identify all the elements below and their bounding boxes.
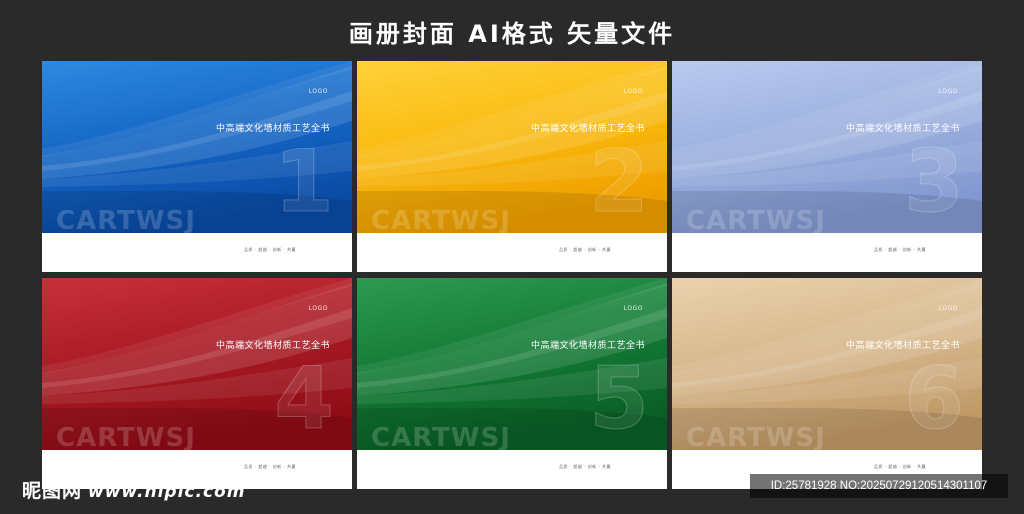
site-name: 昵图网: [22, 480, 83, 502]
footer-slogan: 品质 · 超越 · 创新 · 共赢: [244, 464, 296, 469]
cover-card-yellow[interactable]: LOGO 中高端文化墙材质工艺全书 2 CARTWSJ 品质 · 超越 · 创新…: [357, 61, 667, 272]
brand-watermark: CARTWSJ: [686, 423, 826, 453]
footer-slogan: 品质 · 超越 · 创新 · 共赢: [874, 464, 926, 469]
logo-placeholder: LOGO: [623, 305, 643, 312]
brand-watermark: CARTWSJ: [56, 206, 196, 236]
brand-watermark: CARTWSJ: [371, 423, 511, 453]
logo-placeholder: LOGO: [938, 305, 958, 312]
image-id-banner: ID:25781928 NO:20250729120514301107: [750, 474, 1008, 498]
logo-placeholder: LOGO: [623, 88, 643, 95]
brand-watermark: CARTWSJ: [56, 423, 196, 453]
logo-placeholder: LOGO: [308, 88, 328, 95]
cover-number: 6: [904, 349, 965, 449]
cover-number: 4: [274, 349, 335, 449]
cover-card-beige[interactable]: LOGO 中高端文化墙材质工艺全书 6 CARTWSJ 品质 · 超越 · 创新…: [672, 278, 982, 489]
cover-grid: LOGO 中高端文化墙材质工艺全书 1 CARTWSJ 品质 · 超越 · 创新…: [0, 0, 1024, 514]
cover-card-blue[interactable]: LOGO 中高端文化墙材质工艺全书 1 CARTWSJ 品质 · 超越 · 创新…: [42, 61, 352, 272]
cover-card-red[interactable]: LOGO 中高端文化墙材质工艺全书 4 CARTWSJ 品质 · 超越 · 创新…: [42, 278, 352, 489]
cover-footer: 品质 · 超越 · 创新 · 共赢: [357, 450, 667, 489]
footer-slogan: 品质 · 超越 · 创新 · 共赢: [874, 247, 926, 252]
footer-slogan: 品质 · 超越 · 创新 · 共赢: [244, 247, 296, 252]
footer-slogan: 品质 · 超越 · 创新 · 共赢: [559, 247, 611, 252]
site-watermark: 昵图网 www.nipic.com: [22, 476, 245, 503]
cover-number: 5: [589, 349, 650, 449]
logo-placeholder: LOGO: [938, 88, 958, 95]
cover-number: 3: [904, 132, 965, 232]
cover-card-green[interactable]: LOGO 中高端文化墙材质工艺全书 5 CARTWSJ 品质 · 超越 · 创新…: [357, 278, 667, 489]
cover-footer: 品质 · 超越 · 创新 · 共赢: [672, 233, 982, 272]
site-url: www.nipic.com: [88, 482, 246, 502]
cover-card-lavender[interactable]: LOGO 中高端文化墙材质工艺全书 3 CARTWSJ 品质 · 超越 · 创新…: [672, 61, 982, 272]
cover-number: 1: [274, 132, 335, 232]
cover-footer: 品质 · 超越 · 创新 · 共赢: [357, 233, 667, 272]
brand-watermark: CARTWSJ: [686, 206, 826, 236]
cover-footer: 品质 · 超越 · 创新 · 共赢: [42, 233, 352, 272]
logo-placeholder: LOGO: [308, 305, 328, 312]
footer-slogan: 品质 · 超越 · 创新 · 共赢: [559, 464, 611, 469]
brand-watermark: CARTWSJ: [371, 206, 511, 236]
cover-number: 2: [589, 132, 650, 232]
